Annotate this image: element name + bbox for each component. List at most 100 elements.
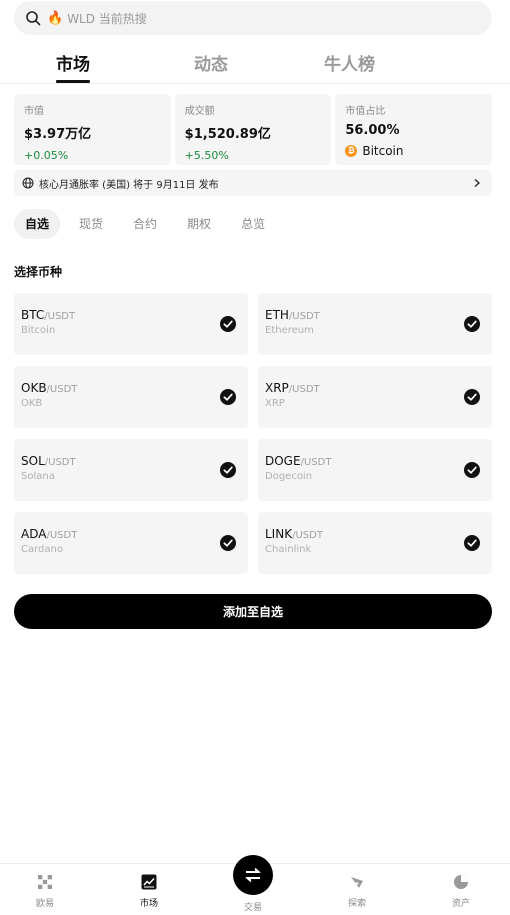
nav-label: 欧易 [35,899,54,909]
coin-base: XRP [265,381,289,395]
stat-change: +5.50% [184,149,229,162]
globe-icon [22,177,34,189]
tab-market[interactable]: 市场 [56,50,90,75]
coin-pair: XRP/USDT [265,381,492,395]
coin-name: XRP [265,398,285,409]
coin-name: Ethereum [265,325,314,336]
checked-icon[interactable] [220,316,236,332]
coin-quote: /USDT [288,384,320,395]
fire-icon: 🔥 [47,10,64,26]
nav-item-assets[interactable]: 资产 [431,873,491,909]
coin-base: BTC [21,308,45,322]
coin-name: Chainlink [265,544,312,555]
coin-quote: /USDT [292,530,323,541]
top-tabs: 市场 动态 牛人榜 [0,46,510,84]
coin-pair: LINK/USDT [265,527,492,541]
coin-base: LINK [265,527,293,541]
coin-card-ada[interactable]: ADA/USDT Cardano [14,512,248,574]
search-icon [26,11,41,26]
checked-icon[interactable] [220,389,236,405]
coin-base: ETH [265,308,289,322]
coin-name: Bitcoin [21,325,56,336]
bottom-nav: 欧易 市场 交易 探索 资产 [0,855,510,915]
nav-label: 探索 [347,899,366,909]
coin-pair: BTC/USDT [21,308,248,322]
stat-label: 成交额 [184,106,215,117]
notice-text: 核心月通胀率 (美国) 将于 9月11日 发布 [39,179,219,191]
coin-pair: ADA/USDT [21,527,248,541]
stat-label: 市值 [24,106,44,117]
coin-card-link[interactable]: LINK/USDT Chainlink [258,512,492,574]
coin-quote: /USDT [300,457,332,468]
coin-card-okb[interactable]: OKB/USDT OKB [14,366,248,428]
nav-label: 市场 [139,899,158,909]
checked-icon[interactable] [464,535,480,551]
coin-base: OKB [21,381,47,395]
checked-icon[interactable] [464,462,480,478]
nav-item-home[interactable]: 欧易 [15,873,75,909]
bitcoin-icon: ₿ [345,145,358,157]
checked-icon[interactable] [220,462,236,478]
checked-icon[interactable] [220,535,236,551]
coin-name: Solana [21,471,55,482]
coin-card-eth[interactable]: ETH/USDT Ethereum [258,293,492,355]
stat-value: $3.97万亿 [24,127,92,142]
event-notice[interactable]: 核心月通胀率 (美国) 将于 9月11日 发布 [14,170,492,196]
nav-label-trade: 交易 [243,903,262,913]
explore-compass-icon [351,877,363,888]
section-title: 选择币种 [14,265,63,279]
chevron-right-icon [474,179,480,187]
stat-value: $1,520.89亿 [184,127,271,142]
coin-pair: SOL/USDT [21,454,248,468]
coin-pair: ETH/USDT [265,308,492,322]
stat-volume[interactable]: 成交额 $1,520.89亿 +5.50% [174,94,332,165]
nav-label: 资产 [451,899,470,909]
coin-base: ADA [21,527,47,541]
coin-grid: BTC/USDT Bitcoin ETH/USDT Ethereum OKB/U… [14,293,492,574]
checked-icon[interactable] [464,316,480,332]
search-bar[interactable]: 🔥 WLD 当前热搜 [14,1,492,35]
coin-quote: /USDT [46,530,78,541]
trade-swap-icon [245,867,261,883]
nav-item-explore[interactable]: 探索 [327,873,387,909]
coin-name: OKB [21,398,43,409]
coin-pair: OKB/USDT [21,381,248,395]
coin-card-sol[interactable]: SOL/USDT Solana [14,439,248,501]
coin-card-xrp[interactable]: XRP/USDT XRP [258,366,492,428]
subtab-spot[interactable]: 现货 [68,209,114,239]
coin-card-btc[interactable]: BTC/USDT Bitcoin [14,293,248,355]
okx-logo-icon [38,875,52,889]
stat-value: 56.00% [345,123,400,138]
tab-feed[interactable]: 动态 [194,50,228,75]
trade-button[interactable] [233,855,273,895]
dominance-coin: ₿ Bitcoin [345,144,492,158]
coin-pair: DOGE/USDT [265,454,492,468]
subtab-favorites[interactable]: 自选 [14,209,61,239]
subtab-futures[interactable]: 合约 [122,209,168,239]
stat-change: +0.05% [24,149,69,162]
coin-card-doge[interactable]: DOGE/USDT Dogecoin [258,439,492,501]
assets-pie-icon [454,875,468,889]
tab-leaderboard[interactable]: 牛人榜 [324,50,375,75]
subtab-overview[interactable]: 总览 [230,209,276,239]
coin-quote: /USDT [44,457,76,468]
market-subtabs: 自选 现货 合约 期权 总览 [14,209,284,239]
add-to-favorites-button[interactable]: 添加至自选 [14,594,492,629]
coin-quote: /USDT [44,311,76,322]
coin-name: Dogecoin [265,471,313,482]
coin-base: DOGE [265,454,301,468]
stat-label: 市值占比 [345,106,386,117]
stat-dominance[interactable]: 市值占比 56.00% ₿ Bitcoin [335,94,493,165]
nav-item-market[interactable]: 市场 [119,873,179,909]
dominance-coin-name: Bitcoin [362,144,404,158]
market-stats: 市值 $3.97万亿 +0.05% 成交额 $1,520.89亿 +5.50% … [14,94,493,165]
checked-icon[interactable] [464,389,480,405]
subtab-options[interactable]: 期权 [176,209,222,239]
coin-quote: /USDT [288,311,320,322]
coin-name: Cardano [21,544,63,555]
active-tab-indicator [56,80,90,83]
market-chart-icon [141,874,157,890]
stat-market-cap[interactable]: 市值 $3.97万亿 +0.05% [14,94,171,165]
coin-base: SOL [21,454,45,468]
coin-quote: /USDT [46,384,78,395]
